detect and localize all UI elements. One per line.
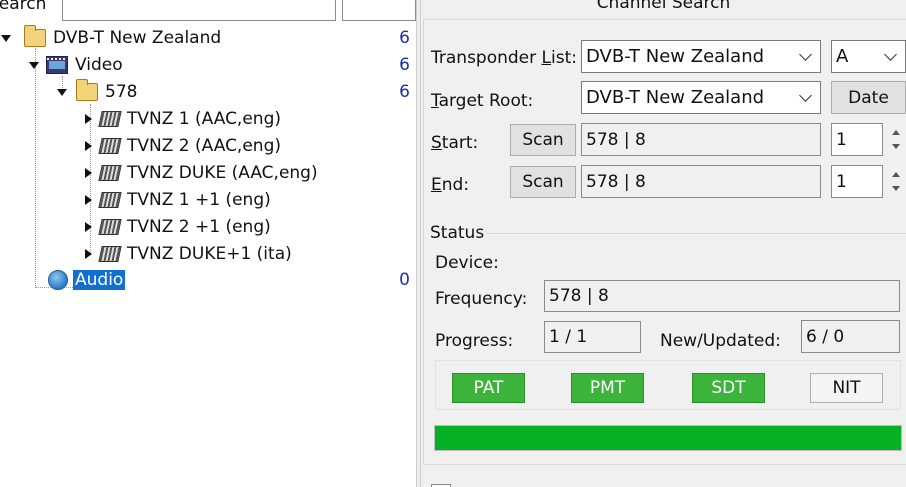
tree-item-label: Audio (73, 270, 126, 290)
scan-progress-fill (435, 426, 901, 450)
nit-indicator: NIT (810, 373, 883, 403)
chevron-down-icon (799, 48, 812, 61)
expand-arrow-icon[interactable] (82, 194, 94, 206)
target-root-select[interactable]: DVB-T New Zealand (581, 81, 821, 114)
tree-item-transponder[interactable]: 578 6 (56, 79, 416, 104)
pat-indicator: PAT (452, 373, 525, 403)
tree-item-video[interactable]: Video 6 (28, 53, 416, 77)
tree-item-channel[interactable]: TVNZ DUKE (AAC,eng) (82, 161, 320, 185)
folder-icon (24, 25, 46, 47)
group-divider (486, 233, 906, 234)
tv-channel-icon (98, 165, 122, 181)
channel-tree-pane: Search DVB-T New Zealand 6 Video 6 578 6… (0, 0, 416, 487)
end-spinner[interactable] (883, 165, 906, 198)
frequency-label: Frequency: (435, 289, 528, 309)
expand-arrow-icon[interactable] (82, 113, 94, 125)
expand-arrow-icon[interactable] (82, 221, 94, 233)
tv-channel-icon (98, 111, 122, 127)
sdt-indicator: SDT (692, 373, 765, 403)
date-button[interactable]: Date (831, 81, 906, 114)
scan-progress-bar (434, 425, 902, 451)
item-count: 6 (399, 55, 410, 75)
tree-item-channel[interactable]: TVNZ 2 (AAC,eng) (82, 134, 283, 158)
spin-down-icon[interactable] (892, 144, 900, 149)
new-updated-field: 6 / 0 (801, 320, 900, 353)
end-count-input[interactable]: 1 (831, 165, 883, 198)
channel-label: TVNZ DUKE (AAC,eng) (127, 163, 318, 183)
channel-search-panel: Channel Search Transponder List: DVB-T N… (421, 0, 906, 487)
tv-channel-icon (98, 246, 122, 262)
transponder-list-label: Transponder List: (431, 48, 578, 68)
selected-value: A (836, 46, 849, 67)
audio-globe-icon (48, 270, 68, 290)
tree-item-channel[interactable]: TVNZ 1 (AAC,eng) (82, 107, 283, 131)
tree-item-channel[interactable]: TVNZ 1 +1 (eng) (82, 188, 273, 212)
target-root-label: Target Root: (431, 91, 534, 111)
channel-label: TVNZ 1 +1 (eng) (127, 190, 271, 210)
device-label: Device: (435, 253, 499, 273)
channel-label: TVNZ 2 (AAC,eng) (127, 136, 281, 156)
chevron-down-icon (884, 48, 897, 61)
selected-value: DVB-T New Zealand (586, 87, 765, 108)
item-count: 6 (399, 82, 410, 102)
spin-up-icon[interactable] (892, 130, 900, 135)
start-frequency-field[interactable]: 578 | 8 (581, 123, 821, 156)
start-count-input[interactable]: 1 (831, 123, 883, 156)
spin-up-icon[interactable] (892, 172, 900, 177)
selected-value: DVB-T New Zealand (586, 46, 765, 67)
search-bar: Search (0, 0, 416, 22)
tree-item-label: Video (75, 55, 123, 75)
end-label: End: (431, 175, 470, 195)
tree-item-channel[interactable]: TVNZ 2 +1 (eng) (82, 215, 273, 239)
status-group-title: Status (430, 223, 485, 243)
spin-down-icon[interactable] (892, 186, 900, 191)
tv-channel-icon (98, 219, 122, 235)
panel-title: Channel Search (596, 0, 731, 13)
item-count: 6 (399, 28, 410, 48)
search-label: Search (0, 0, 47, 14)
progress-label: Progress: (435, 331, 514, 351)
chevron-down-icon (799, 89, 812, 102)
tv-channel-icon (98, 192, 122, 208)
expand-arrow-icon[interactable] (82, 140, 94, 152)
expand-arrow-icon[interactable] (82, 167, 94, 179)
collapse-arrow-icon[interactable] (28, 59, 40, 71)
tree-item-audio[interactable]: Audio 0 (46, 268, 416, 292)
transponder-list-select[interactable]: DVB-T New Zealand (581, 40, 821, 73)
start-scan-button[interactable]: Scan (510, 124, 576, 156)
expand-arrow-icon[interactable] (82, 248, 94, 260)
video-icon (46, 56, 68, 74)
tv-channel-icon (98, 138, 122, 154)
new-updated-label: New/Updated: (660, 331, 781, 351)
progress-value-field: 1 / 1 (544, 321, 641, 353)
end-scan-button[interactable]: Scan (510, 166, 576, 198)
folder-icon (76, 79, 98, 101)
tree-item-channel[interactable]: TVNZ DUKE+1 (ita) (82, 242, 294, 266)
tree-item-label: 578 (105, 82, 138, 102)
collapse-arrow-icon[interactable] (56, 86, 68, 98)
tree-connector (35, 48, 36, 288)
pmt-indicator: PMT (571, 373, 644, 403)
item-count: 0 (399, 270, 410, 290)
start-spinner[interactable] (883, 123, 906, 156)
tree-item-label: DVB-T New Zealand (53, 28, 222, 48)
tree-item-root[interactable]: DVB-T New Zealand 6 (0, 25, 416, 50)
channel-label: TVNZ DUKE+1 (ita) (127, 244, 292, 264)
channel-label: TVNZ 2 +1 (eng) (127, 217, 271, 237)
frequency-field: 578 | 8 (544, 280, 900, 312)
end-frequency-field[interactable]: 578 | 8 (581, 165, 821, 198)
collapse-arrow-icon[interactable] (0, 32, 12, 44)
channel-label: TVNZ 1 (AAC,eng) (127, 109, 281, 129)
start-label: Start: (431, 133, 479, 153)
search-input[interactable] (62, 0, 336, 21)
transponder-sub-select[interactable]: A (831, 40, 906, 73)
search-filter-button[interactable] (342, 0, 416, 21)
